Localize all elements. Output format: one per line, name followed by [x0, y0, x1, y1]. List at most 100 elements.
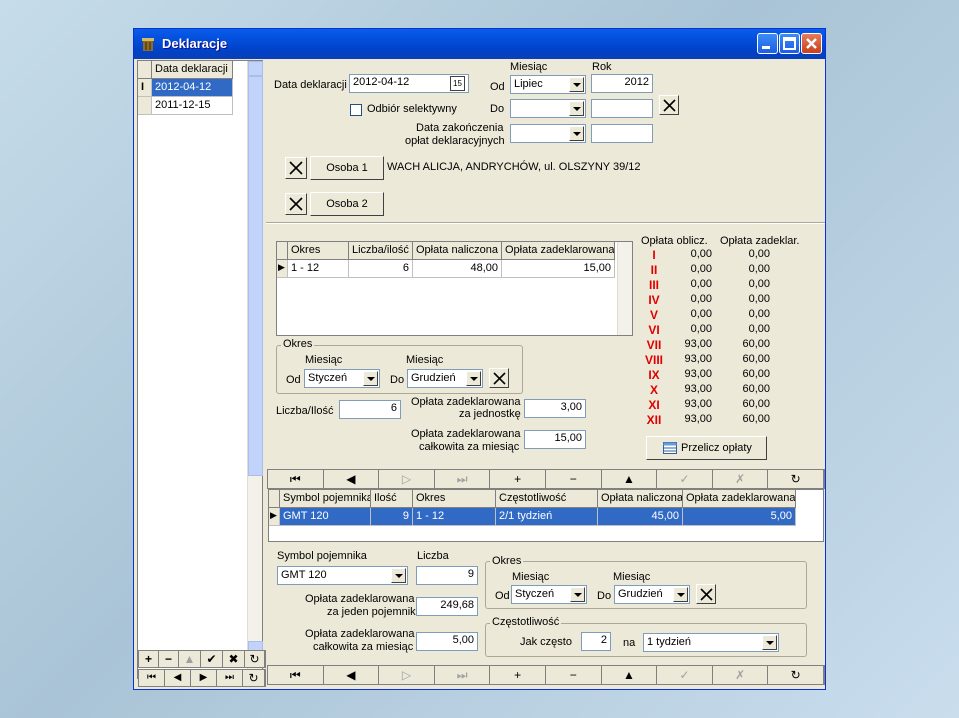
table-cell[interactable]: 1 - 12 [288, 260, 349, 278]
clear-osoba2-button[interactable] [285, 193, 307, 215]
chevron-down-icon[interactable] [569, 101, 584, 116]
scroll-up-button[interactable] [248, 61, 263, 76]
maximize-button[interactable] [779, 33, 800, 54]
list-item[interactable]: 2011-12-15 [152, 97, 233, 115]
oplata-calk-input[interactable]: 15,00 [524, 430, 586, 449]
edit-record-button[interactable]: ▲ [602, 470, 658, 488]
jak-czesto-input[interactable]: 2 [581, 632, 611, 651]
table-cell[interactable]: 9 [371, 508, 413, 526]
osoba1-button[interactable]: Osoba 1 [310, 156, 384, 180]
close-button[interactable] [801, 33, 822, 54]
table-cell[interactable]: 6 [349, 260, 413, 278]
chevron-down-icon[interactable] [363, 371, 378, 386]
last-record-button[interactable]: ⏭ [217, 670, 243, 686]
first-record-button[interactable]: ⏮ [268, 470, 324, 488]
na-select[interactable]: 1 tydzień [643, 633, 779, 652]
next-record-button[interactable]: ▷ [379, 666, 435, 684]
title-bar[interactable]: Deklaracje [134, 29, 825, 59]
post-record-button[interactable]: ✓ [657, 666, 713, 684]
container-od-select[interactable]: Styczeń [511, 585, 587, 604]
do-miesiac-select[interactable] [510, 99, 586, 118]
chevron-down-icon[interactable] [762, 635, 777, 650]
zakonczenie-rok-input[interactable] [591, 124, 653, 143]
chevron-down-icon[interactable] [673, 587, 688, 602]
insert-record-button[interactable]: + [490, 666, 546, 684]
grid-header-liczba[interactable]: Liczba/ilość [349, 242, 413, 260]
calendar-icon[interactable]: 15 [450, 76, 465, 91]
refresh-button[interactable]: ↻ [768, 666, 824, 684]
grid-scrollbar[interactable] [617, 242, 632, 335]
chevron-down-icon[interactable] [569, 77, 584, 92]
grid-header-symbol[interactable]: Symbol pojemnika [280, 490, 371, 508]
chevron-down-icon[interactable] [391, 568, 406, 583]
table-cell[interactable]: GMT 120 [280, 508, 371, 526]
calk-pojemnik-input[interactable]: 5,00 [416, 632, 478, 651]
clear-osoba1-button[interactable] [285, 157, 307, 179]
clear-container-okres-button[interactable] [696, 584, 716, 604]
period-grid[interactable]: Okres Liczba/ilość Opłata naliczona Opła… [276, 241, 633, 336]
first-record-button[interactable]: ⏮ [268, 666, 324, 684]
grid-header-czestotliwosc[interactable]: Częstotliwość [496, 490, 598, 508]
post-record-button[interactable]: ✓ [657, 470, 713, 488]
chevron-down-icon[interactable] [466, 371, 481, 386]
grid-header-okres[interactable]: Okres [288, 242, 349, 260]
add-record-button[interactable]: + [139, 651, 159, 667]
grid-header-okres[interactable]: Okres [413, 490, 496, 508]
refresh-button[interactable]: ↻ [243, 670, 265, 686]
list-header-data[interactable]: Data deklaracji [152, 61, 233, 79]
liczba-pojemnikow-input[interactable]: 9 [416, 566, 478, 585]
edit-record-button[interactable]: ▲ [179, 651, 201, 667]
osoba2-button[interactable]: Osoba 2 [310, 192, 384, 216]
minimize-button[interactable] [757, 33, 778, 54]
refresh-button[interactable]: ↻ [768, 470, 824, 488]
grid-header-zadeklarowana[interactable]: Opłata zadeklarowana [683, 490, 796, 508]
table-cell[interactable]: 5,00 [683, 508, 796, 526]
last-record-button[interactable]: ⏭ [435, 470, 491, 488]
oplata-jedn-input[interactable]: 3,00 [524, 399, 586, 418]
cancel-record-button[interactable]: ✗ [713, 666, 769, 684]
chevron-down-icon[interactable] [570, 587, 585, 602]
grid-header-zadeklarowana[interactable]: Opłata zadeklarowana [502, 242, 615, 260]
delete-record-button[interactable]: − [546, 666, 602, 684]
list-item[interactable]: 2012-04-12 [152, 79, 233, 97]
do-rok-input[interactable] [591, 99, 653, 118]
table-cell[interactable]: 2/1 tydzień [496, 508, 598, 526]
table-cell[interactable]: 15,00 [502, 260, 615, 278]
zakonczenie-miesiac-select[interactable] [510, 124, 586, 143]
last-record-button[interactable]: ⏭ [435, 666, 491, 684]
declarations-list[interactable]: Data deklaracji I 2012-04-12 2011-12-15 [137, 60, 263, 679]
edit-record-button[interactable]: ▲ [602, 666, 658, 684]
chevron-down-icon[interactable] [569, 126, 584, 141]
container-grid[interactable]: Symbol pojemnika Ilość Okres Częstotliwo… [268, 489, 824, 542]
clear-okres-button[interactable] [489, 368, 509, 388]
delete-record-button[interactable]: − [159, 651, 179, 667]
post-record-button[interactable]: ✔ [201, 651, 223, 667]
table-cell[interactable]: 1 - 12 [413, 508, 496, 526]
okres-do-select[interactable]: Grudzień [407, 369, 483, 388]
insert-record-button[interactable]: + [490, 470, 546, 488]
table-cell[interactable]: 48,00 [413, 260, 502, 278]
od-miesiac-select[interactable]: Lipiec [510, 75, 586, 94]
delete-record-button[interactable]: − [546, 470, 602, 488]
scroll-thumb[interactable] [248, 76, 263, 476]
grid-header-naliczona[interactable]: Opłata naliczona [413, 242, 502, 260]
okres-od-select[interactable]: Styczeń [304, 369, 380, 388]
next-record-button[interactable]: ▷ [379, 470, 435, 488]
grid-header-naliczona[interactable]: Opłata naliczona [598, 490, 683, 508]
list-scrollbar[interactable] [247, 61, 263, 678]
refresh-button[interactable]: ↻ [245, 651, 265, 667]
liczba-input[interactable]: 6 [339, 400, 401, 419]
jeden-pojemnik-input[interactable]: 249,68 [416, 597, 478, 616]
container-do-select[interactable]: Grudzień [614, 585, 690, 604]
symbol-pojemnika-select[interactable]: GMT 120 [277, 566, 408, 585]
clear-period-button[interactable] [659, 95, 679, 115]
odbior-selektywny-checkbox[interactable] [350, 104, 362, 116]
prior-record-button[interactable]: ◀ [165, 670, 191, 686]
table-cell[interactable]: 45,00 [598, 508, 683, 526]
prior-record-button[interactable]: ◀ [324, 470, 380, 488]
prior-record-button[interactable]: ◀ [324, 666, 380, 684]
next-record-button[interactable]: ▶ [191, 670, 217, 686]
cancel-record-button[interactable]: ✗ [713, 470, 769, 488]
od-rok-input[interactable]: 2012 [591, 74, 653, 93]
grid-header-ilosc[interactable]: Ilość [371, 490, 413, 508]
